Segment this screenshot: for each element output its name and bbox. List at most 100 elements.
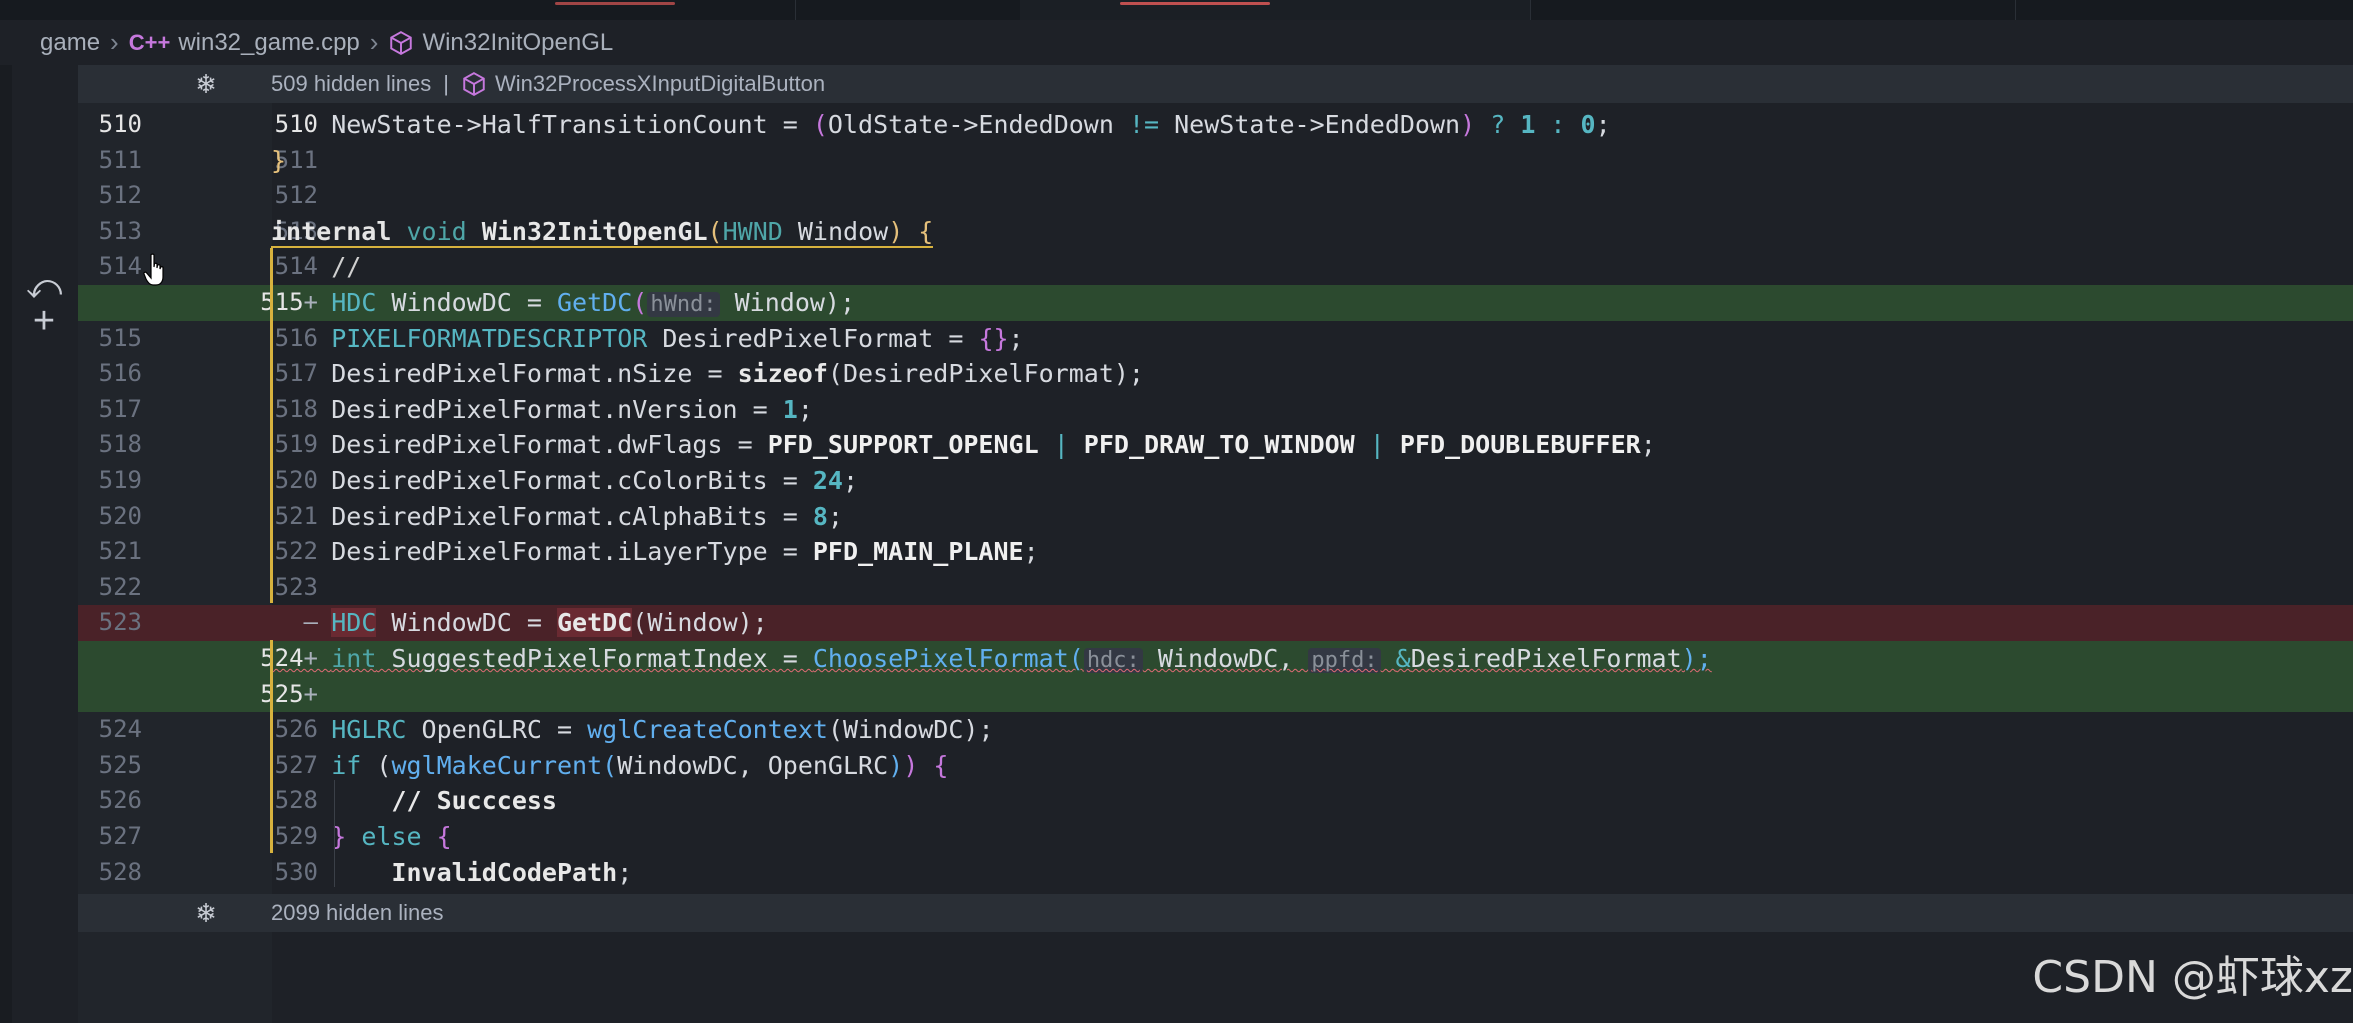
- code-token: hWnd:: [647, 292, 720, 317]
- code-row[interactable]: 525 527 if (wglMakeCurrent(WindowDC, Open…: [78, 748, 2353, 784]
- old-line-number: 515: [98, 323, 142, 352]
- breadcrumb-symbol[interactable]: Win32InitOpenGL: [388, 29, 613, 57]
- code-row[interactable]: 520 521 DesiredPixelFormat.cAlphaBits = 8…: [78, 499, 2353, 535]
- expand-icon[interactable]: ❄: [192, 69, 220, 100]
- code-row[interactable]: 516 517 DesiredPixelFormat.nSize = sizeof…: [78, 356, 2353, 392]
- code-row[interactable]: 527 529 } else {: [78, 819, 2353, 855]
- code-line[interactable]: DesiredPixelFormat.iLayerType = PFD_MAIN…: [271, 534, 1039, 570]
- code-token: &: [1395, 644, 1411, 673]
- code-line[interactable]: DesiredPixelFormat.nSize = sizeof(Desire…: [271, 356, 1144, 392]
- diff-row-added[interactable]: 525+: [78, 676, 2353, 713]
- code-token: (: [632, 288, 648, 317]
- cube-icon: [463, 72, 485, 96]
- code-token: {}: [978, 323, 1009, 353]
- code-line[interactable]: internal void Win32InitOpenGL(HWND Windo…: [271, 214, 934, 250]
- code-line[interactable]: //: [271, 249, 361, 285]
- code-token: hdc:: [1083, 648, 1143, 673]
- code-tokens: HGLRC OpenGLRC = wglCreateContext(Window…: [271, 715, 993, 744]
- tab[interactable]: [195, 0, 796, 20]
- code-row[interactable]: 519 520 DesiredPixelFormat.cColorBits = 2…: [78, 463, 2353, 499]
- code-token: NewState->HalfTransitionCount =: [271, 110, 813, 139]
- code-row[interactable]: 515 516 PIXELFORMATDESCRIPTOR DesiredPixe…: [78, 321, 2353, 357]
- code-row[interactable]: 518 519 DesiredPixelFormat.dwFlags = PFD_…: [78, 427, 2353, 463]
- hidden-lines-count: 2099 hidden lines: [271, 900, 444, 925]
- cpp-file-icon: C++: [128, 29, 171, 55]
- new-line-number-label: 525: [260, 679, 304, 708]
- expand-icon[interactable]: ❄: [192, 898, 220, 929]
- code-token: ): [903, 750, 919, 780]
- code-row[interactable]: 524 526 HGLRC OpenGLRC = wglCreateContext…: [78, 712, 2353, 748]
- diff-actions: ⤺ +: [26, 270, 62, 340]
- code-line[interactable]: HGLRC OpenGLRC = wglCreateContext(Window…: [271, 712, 993, 748]
- code-row[interactable]: 511 511}: [78, 143, 2353, 179]
- code-tokens: int SuggestedPixelFormatIndex = ChoosePi…: [271, 644, 1712, 673]
- code-row[interactable]: 512 512: [78, 178, 2353, 214]
- code-row[interactable]: 517 518 DesiredPixelFormat.nVersion = 1;: [78, 392, 2353, 428]
- code-line[interactable]: PIXELFORMATDESCRIPTOR DesiredPixelFormat…: [271, 321, 1024, 357]
- code-token: {: [903, 216, 934, 246]
- code-token: WindowDC =: [376, 288, 557, 317]
- code-line[interactable]: DesiredPixelFormat.dwFlags = PFD_SUPPORT…: [271, 427, 1656, 463]
- code-line[interactable]: int SuggestedPixelFormatIndex = ChoosePi…: [271, 641, 1712, 677]
- code-token: WindowDC, OpenGLRC: [617, 750, 889, 780]
- code-line[interactable]: }: [271, 143, 286, 179]
- code-token: ;: [1008, 323, 1024, 353]
- breadcrumb: game › C++ win32_game.cpp › Win32InitOpe…: [0, 20, 2353, 65]
- old-line-number: 512: [98, 181, 142, 210]
- code-line[interactable]: DesiredPixelFormat.cAlphaBits = 8;: [271, 499, 843, 535]
- code-tokens: // Succcess: [271, 786, 557, 815]
- old-line-number: 518: [98, 430, 142, 459]
- hidden-lines-bar-bottom[interactable]: ❄ 2099 hidden lines: [78, 894, 2353, 932]
- code-row[interactable]: 521 522 DesiredPixelFormat.iLayerType = P…: [78, 534, 2353, 570]
- add-icon[interactable]: +: [26, 302, 62, 340]
- activity-rail: [0, 65, 12, 1023]
- code-token: wglMakeCurrent: [391, 750, 603, 780]
- code-row[interactable]: 514 514 //: [78, 249, 2353, 285]
- hidden-lines-bar-top[interactable]: ❄ 509 hidden lines | Win32ProcessXInputD…: [78, 65, 2353, 103]
- code-line[interactable]: DesiredPixelFormat.cColorBits = 24;: [271, 463, 858, 499]
- new-line-number-label: 523: [274, 572, 318, 601]
- code-line[interactable]: if (wglMakeCurrent(WindowDC, OpenGLRC)) …: [271, 748, 948, 784]
- code-row[interactable]: 513 513 internal void Win32InitOpenGL(HWND…: [78, 214, 2353, 250]
- code-token: if: [331, 750, 362, 780]
- breadcrumb-file[interactable]: C++ win32_game.cpp: [129, 29, 360, 57]
- code-token: PFD_DRAW_TO_WINDOW: [1083, 430, 1355, 460]
- code-token: 24: [812, 466, 843, 495]
- diff-row-removed[interactable]: 523— HDC WindowDC = GetDC(Window);: [78, 605, 2353, 641]
- old-line-number: [78, 641, 142, 677]
- diff-row-added[interactable]: 515+ HDC WindowDC = GetDC(hWnd: Window);: [78, 285, 2353, 321]
- code-token: DesiredPixelFormat.cAlphaBits =: [271, 501, 813, 531]
- code-token: GetDC: [557, 288, 633, 317]
- code-row[interactable]: 526 528 // Succcess: [78, 783, 2353, 819]
- code-line[interactable]: HDC WindowDC = GetDC(hWnd: Window);: [271, 285, 855, 321]
- revert-icon[interactable]: ⤺: [26, 270, 62, 304]
- breadcrumb-folder[interactable]: game: [40, 29, 100, 57]
- code-line[interactable]: // Succcess: [271, 783, 557, 819]
- tab[interactable]: [1020, 0, 1531, 20]
- code-row[interactable]: 522 523: [78, 570, 2353, 606]
- code-line[interactable]: NewState->HalfTransitionCount = (OldStat…: [271, 107, 1610, 143]
- code-token: !=: [1128, 110, 1160, 139]
- code-row[interactable]: 510 510 NewState->HalfTransitionCount = (…: [78, 107, 2353, 143]
- code-row[interactable]: 528 530 InvalidCodePath;: [78, 855, 2353, 891]
- code-tokens: NewState->HalfTransitionCount = (OldStat…: [271, 110, 1610, 139]
- code-line[interactable]: InvalidCodePath;: [271, 855, 632, 891]
- code-tokens: DesiredPixelFormat.cColorBits = 24;: [271, 466, 858, 495]
- old-line-number: 514: [98, 252, 142, 281]
- new-line-number: 511: [174, 143, 318, 179]
- code-token: OldState->EndedDown: [827, 110, 1129, 139]
- code-line[interactable]: DesiredPixelFormat.nVersion = 1;: [271, 392, 813, 428]
- diff-row-added[interactable]: 524+ int SuggestedPixelFormatIndex = Cho…: [78, 641, 2353, 677]
- code-tokens: HDC WindowDC = GetDC(Window);: [271, 608, 768, 638]
- code-token: 8: [812, 501, 828, 531]
- code-token: DesiredPixelFormat: [1410, 644, 1682, 673]
- code-token: Window: [719, 288, 825, 317]
- code-token: PFD_MAIN_PLANE: [812, 537, 1024, 567]
- code-line[interactable]: HDC WindowDC = GetDC(Window);: [271, 605, 768, 641]
- code-line[interactable]: } else {: [271, 819, 451, 855]
- code-token: ;: [1023, 537, 1039, 567]
- tab[interactable]: [1535, 0, 2016, 20]
